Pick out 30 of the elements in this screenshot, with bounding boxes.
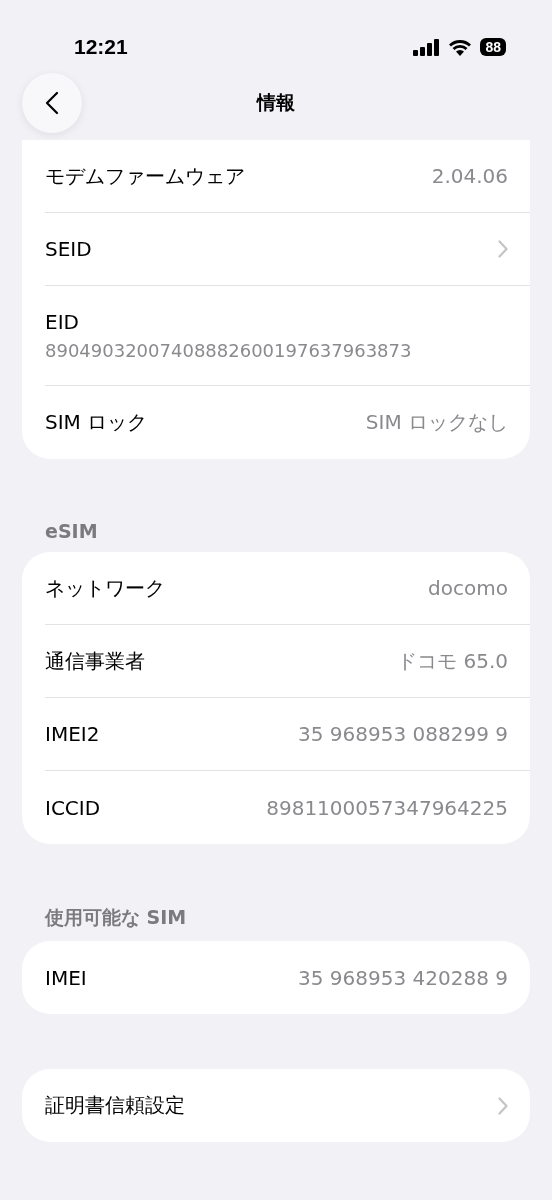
list-row[interactable]: 証明書信頼設定: [45, 1069, 530, 1142]
list-row[interactable]: SEID: [45, 213, 530, 286]
row-label: モデムファームウェア: [45, 162, 245, 190]
row-label: ネットワーク: [45, 574, 165, 602]
row-value: 35 968953 420288 9: [298, 965, 508, 990]
row-value: 35 968953 088299 9: [298, 722, 508, 746]
battery-indicator: 88: [480, 38, 506, 56]
chevron-icon: [498, 240, 508, 258]
row-value: docomo: [428, 576, 508, 600]
status-time: 12:21: [74, 35, 128, 60]
row-label: ICCID: [45, 795, 101, 820]
section-header: eSIM: [45, 520, 98, 542]
row-value: SIM ロックなし: [365, 409, 508, 436]
row-value: ドコモ 65.0: [397, 647, 508, 675]
row-label: EID: [45, 310, 79, 334]
wifi-icon: [448, 38, 473, 56]
section-header: 使用可能な SIM: [45, 906, 187, 928]
signal-icon: [413, 38, 441, 56]
row-value: 8981100057347964225: [266, 795, 508, 820]
row-label: SEID: [45, 237, 92, 261]
row-label: SIM ロック: [45, 409, 148, 436]
row-label: IMEI2: [45, 722, 100, 746]
row-label: 証明書信頼設定: [45, 1092, 185, 1119]
nav-title: 情報: [257, 90, 295, 113]
back-icon: [45, 90, 59, 115]
chevron-icon: [498, 1096, 508, 1115]
row-value: 2.04.06: [431, 164, 508, 188]
row-label: 通信事業者: [45, 647, 145, 675]
row-value: 89049032007408882600197637963873: [45, 340, 412, 361]
row-label: IMEI: [45, 965, 87, 990]
